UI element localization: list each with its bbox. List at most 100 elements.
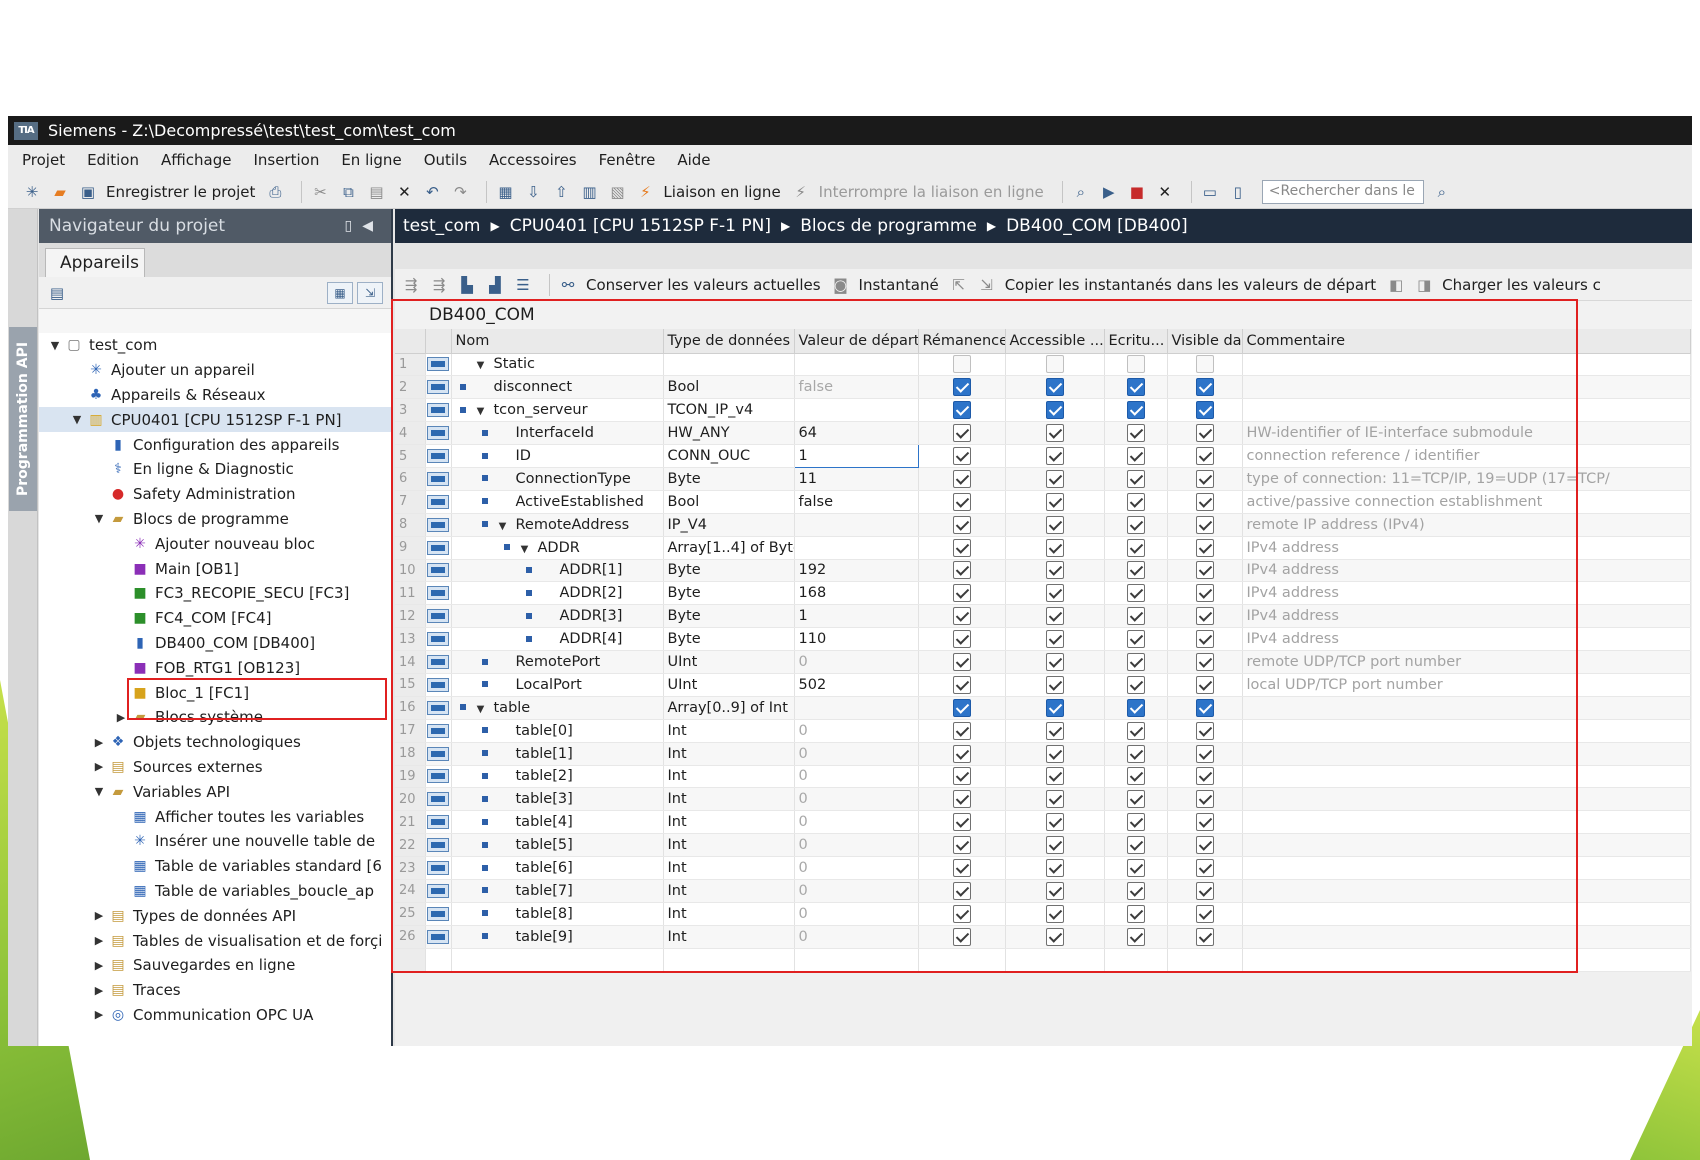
variable-name-cell[interactable]: table[3] xyxy=(451,787,664,812)
ecriture-checkbox[interactable] xyxy=(1126,469,1145,488)
tree-item[interactable]: ▶ ❖ Objets technologiques xyxy=(39,730,391,755)
copy-snapshot-icon[interactable]: ⇱ xyxy=(949,275,969,295)
visible-checkbox[interactable] xyxy=(1195,653,1214,672)
start-value-cell[interactable]: 0 xyxy=(794,810,919,835)
table-row[interactable]: 21 table[4] Int 0 xyxy=(395,810,1691,835)
tree-item[interactable]: ▶ ▰ Blocs système xyxy=(39,705,391,730)
accessible-checkbox[interactable] xyxy=(1045,469,1064,488)
expand-right-icon[interactable]: ▶ xyxy=(93,1008,105,1021)
expand-right-icon[interactable]: ▶ xyxy=(115,711,127,724)
comment-cell[interactable]: remote IP address (IPv4) xyxy=(1242,513,1691,537)
data-type-cell[interactable]: TCON_IP_v4 xyxy=(663,398,795,423)
new-project-icon[interactable]: ✳ xyxy=(22,182,42,202)
remanence-checkbox[interactable] xyxy=(952,561,971,580)
remanence-checkbox[interactable] xyxy=(952,630,971,649)
tree-item[interactable]: ✳ Insérer une nouvelle table de xyxy=(39,829,391,854)
accessible-checkbox[interactable] xyxy=(1045,355,1064,374)
collapse-all-icon[interactable]: ▟ xyxy=(485,275,505,295)
ecriture-checkbox[interactable] xyxy=(1126,813,1145,832)
data-type-cell[interactable]: UInt xyxy=(663,673,795,697)
table-row[interactable]: 26 table[9] Int 0 xyxy=(395,925,1691,949)
variable-name-cell[interactable]: table[2] xyxy=(451,765,664,789)
ecriture-checkbox[interactable] xyxy=(1126,355,1145,374)
ecriture-checkbox[interactable] xyxy=(1126,904,1145,923)
remanence-checkbox[interactable] xyxy=(952,607,971,626)
paste-icon[interactable]: ▤ xyxy=(366,182,386,202)
visible-checkbox[interactable] xyxy=(1195,355,1214,374)
variable-name-cell[interactable]: RemotePort xyxy=(451,650,664,674)
remanence-checkbox[interactable] xyxy=(952,836,971,855)
expand-down-icon[interactable]: ▼ xyxy=(474,704,488,715)
visible-checkbox[interactable] xyxy=(1195,607,1214,626)
visible-checkbox[interactable] xyxy=(1195,447,1214,465)
variable-name-cell[interactable]: ▼ Static xyxy=(451,353,664,377)
tree-item[interactable]: ▮ DB400_COM [DB400] xyxy=(39,631,391,656)
visible-checkbox[interactable] xyxy=(1195,630,1214,649)
expand-down-icon[interactable]: ▼ xyxy=(474,406,488,417)
start-value-cell[interactable]: 0 xyxy=(794,765,919,789)
tree-item[interactable]: ■ FC4_COM [FC4] xyxy=(39,606,391,631)
data-type-cell[interactable] xyxy=(663,353,795,377)
expand-right-icon[interactable]: ▶ xyxy=(93,736,105,749)
expand-down-icon[interactable]: ▼ xyxy=(93,785,105,798)
menu-en-ligne[interactable]: En ligne xyxy=(341,151,401,169)
ecriture-checkbox[interactable] xyxy=(1126,881,1145,900)
ecriture-checkbox[interactable] xyxy=(1126,790,1145,809)
ecriture-checkbox[interactable] xyxy=(1126,675,1145,694)
remanence-checkbox[interactable] xyxy=(952,378,971,397)
variable-name-cell[interactable]: table[4] xyxy=(451,810,664,835)
table-row[interactable]: 5 ID CONN_OUC 1 connection reference / ident… xyxy=(395,444,1691,468)
accessible-devices-icon[interactable]: ⌕ xyxy=(1071,182,1091,202)
data-type-cell[interactable]: Int xyxy=(663,925,795,949)
comment-cell[interactable] xyxy=(1242,375,1691,400)
tree-item[interactable]: ✳ Ajouter nouveau bloc xyxy=(39,531,391,556)
ecriture-checkbox[interactable] xyxy=(1126,630,1145,649)
comment-cell[interactable]: local UDP/TCP port number xyxy=(1242,673,1691,697)
comment-cell[interactable] xyxy=(1242,902,1691,926)
variable-name-cell[interactable]: table[7] xyxy=(451,879,664,903)
expand-down-icon[interactable]: ▼ xyxy=(518,544,532,555)
list-view-icon[interactable]: ☰ xyxy=(513,275,533,295)
comment-cell[interactable] xyxy=(1242,398,1691,423)
empty-row[interactable] xyxy=(395,948,1691,972)
table-row[interactable]: 18 table[1] Int 0 xyxy=(395,742,1691,766)
ecriture-checkbox[interactable] xyxy=(1126,607,1145,626)
col-header-start-value[interactable]: Valeur de départ xyxy=(794,329,919,354)
variable-name-cell[interactable]: InterfaceId xyxy=(451,421,664,446)
col-header-type[interactable]: Type de données xyxy=(663,329,795,354)
start-value-cell[interactable] xyxy=(794,696,919,720)
ecriture-checkbox[interactable] xyxy=(1126,767,1145,786)
accessible-checkbox[interactable] xyxy=(1045,561,1064,580)
variable-name-cell[interactable]: table[8] xyxy=(451,902,664,926)
table-row[interactable]: 1 ▼ Static xyxy=(395,353,1691,377)
split-horizontal-icon[interactable]: ▭ xyxy=(1200,182,1220,202)
go-online-button[interactable]: Liaison en ligne xyxy=(663,183,780,201)
copy-icon[interactable]: ⧉ xyxy=(338,182,358,202)
ecriture-checkbox[interactable] xyxy=(1126,836,1145,855)
comment-cell[interactable] xyxy=(1242,879,1691,903)
variable-name-cell[interactable]: table[5] xyxy=(451,833,664,858)
col-header-accessible[interactable]: Accessible ... xyxy=(1005,329,1105,354)
navigator-window-controls[interactable]: ▯◀ xyxy=(345,218,383,234)
ecriture-checkbox[interactable] xyxy=(1126,492,1145,511)
data-type-cell[interactable]: Int xyxy=(663,765,795,789)
start-value-cell[interactable]: 64 xyxy=(794,421,919,446)
start-value-cell[interactable]: 0 xyxy=(794,719,919,743)
variable-name-cell[interactable]: ActiveEstablished xyxy=(451,490,664,514)
menu-edition[interactable]: Edition xyxy=(87,151,139,169)
table-row[interactable]: 20 table[3] Int 0 xyxy=(395,787,1691,812)
expand-right-icon[interactable]: ▶ xyxy=(93,934,105,947)
visible-checkbox[interactable] xyxy=(1195,698,1214,717)
tree-item[interactable]: ✳ Ajouter un appareil xyxy=(39,358,391,383)
data-type-cell[interactable]: UInt xyxy=(663,650,795,674)
variable-name-cell[interactable]: table[6] xyxy=(451,856,664,880)
expand-down-icon[interactable]: ▼ xyxy=(474,360,488,371)
remanence-checkbox[interactable] xyxy=(952,538,971,557)
tree-item[interactable]: ▶ ▤ Tables de visualisation et de forçi xyxy=(39,928,391,953)
snapshot-icon[interactable]: ◙ xyxy=(831,275,851,295)
save-project-button[interactable]: Enregistrer le projet xyxy=(106,183,255,201)
download-icon[interactable]: ⇩ xyxy=(523,182,543,202)
data-type-cell[interactable]: CONN_OUC xyxy=(663,444,795,468)
tree-item[interactable]: ▶ ▤ Types de données API xyxy=(39,903,391,928)
expand-all-icon[interactable]: ▙ xyxy=(457,275,477,295)
